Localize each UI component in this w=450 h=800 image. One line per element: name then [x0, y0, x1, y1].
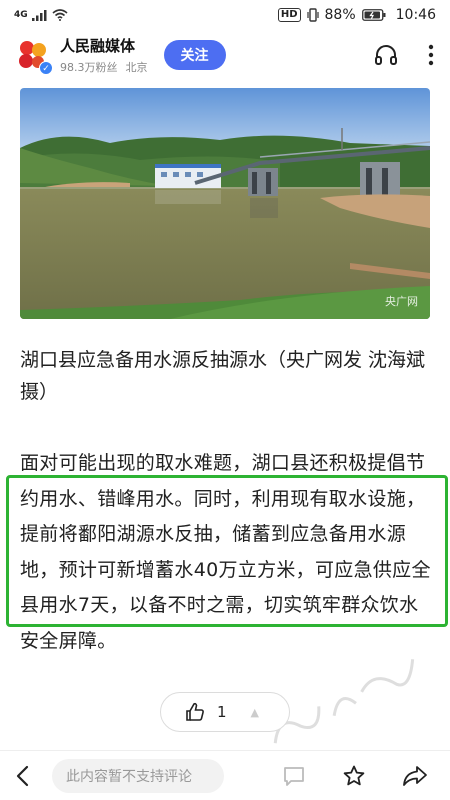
- location-label: 北京: [125, 61, 148, 74]
- headphones-icon[interactable]: [374, 43, 398, 67]
- reservoir-image: [20, 88, 430, 319]
- like-count: 1: [217, 703, 227, 721]
- clock: 10:46: [395, 7, 436, 23]
- thumbs-up-icon: [186, 702, 204, 721]
- status-bar: 4G HD 88% 10:46: [0, 0, 450, 30]
- hd-badge: HD: [277, 8, 301, 22]
- vibrate-icon: [306, 8, 319, 22]
- comment-icon[interactable]: [282, 764, 306, 788]
- like-button[interactable]: 1 ▲: [160, 692, 290, 732]
- account-meta: 98.3万粉丝 北京: [60, 59, 148, 75]
- status-left: 4G: [14, 9, 68, 21]
- more-options-icon[interactable]: [428, 44, 434, 66]
- article-photo[interactable]: 央广网: [20, 88, 430, 319]
- signal-icon: [31, 10, 47, 21]
- bottom-bar: 此内容暂不支持评论: [0, 750, 450, 800]
- followers-count: 98.3万粉丝: [60, 61, 118, 74]
- back-arrow-icon[interactable]: [12, 765, 34, 787]
- photo-caption: 湖口县应急备用水源反抽源水（央广网发 沈海斌 摄）: [20, 349, 426, 403]
- highlight-box: [6, 475, 448, 627]
- avatar[interactable]: ✓: [16, 38, 53, 75]
- header-actions: [374, 43, 434, 67]
- status-right: HD 88% 10:46: [277, 7, 436, 23]
- article-header: ✓ 人民融媒体 98.3万粉丝 北京 关注: [0, 30, 450, 80]
- wifi-icon: [52, 9, 68, 21]
- network-type: 4G: [14, 10, 28, 20]
- verified-badge-icon: ✓: [39, 61, 53, 75]
- battery-icon: [361, 9, 386, 21]
- bottom-actions: [282, 764, 438, 788]
- account-info[interactable]: 人民融媒体 98.3万粉丝 北京: [60, 35, 148, 75]
- comment-input[interactable]: 此内容暂不支持评论: [52, 758, 224, 793]
- share-icon[interactable]: [402, 764, 428, 788]
- star-icon[interactable]: [342, 764, 366, 788]
- battery-percent: 88%: [324, 7, 356, 23]
- photo-watermark: 央广网: [385, 295, 418, 308]
- follow-button[interactable]: 关注: [163, 40, 226, 70]
- dislike-triangle-icon[interactable]: ▲: [251, 706, 259, 719]
- account-name[interactable]: 人民融媒体: [60, 35, 148, 56]
